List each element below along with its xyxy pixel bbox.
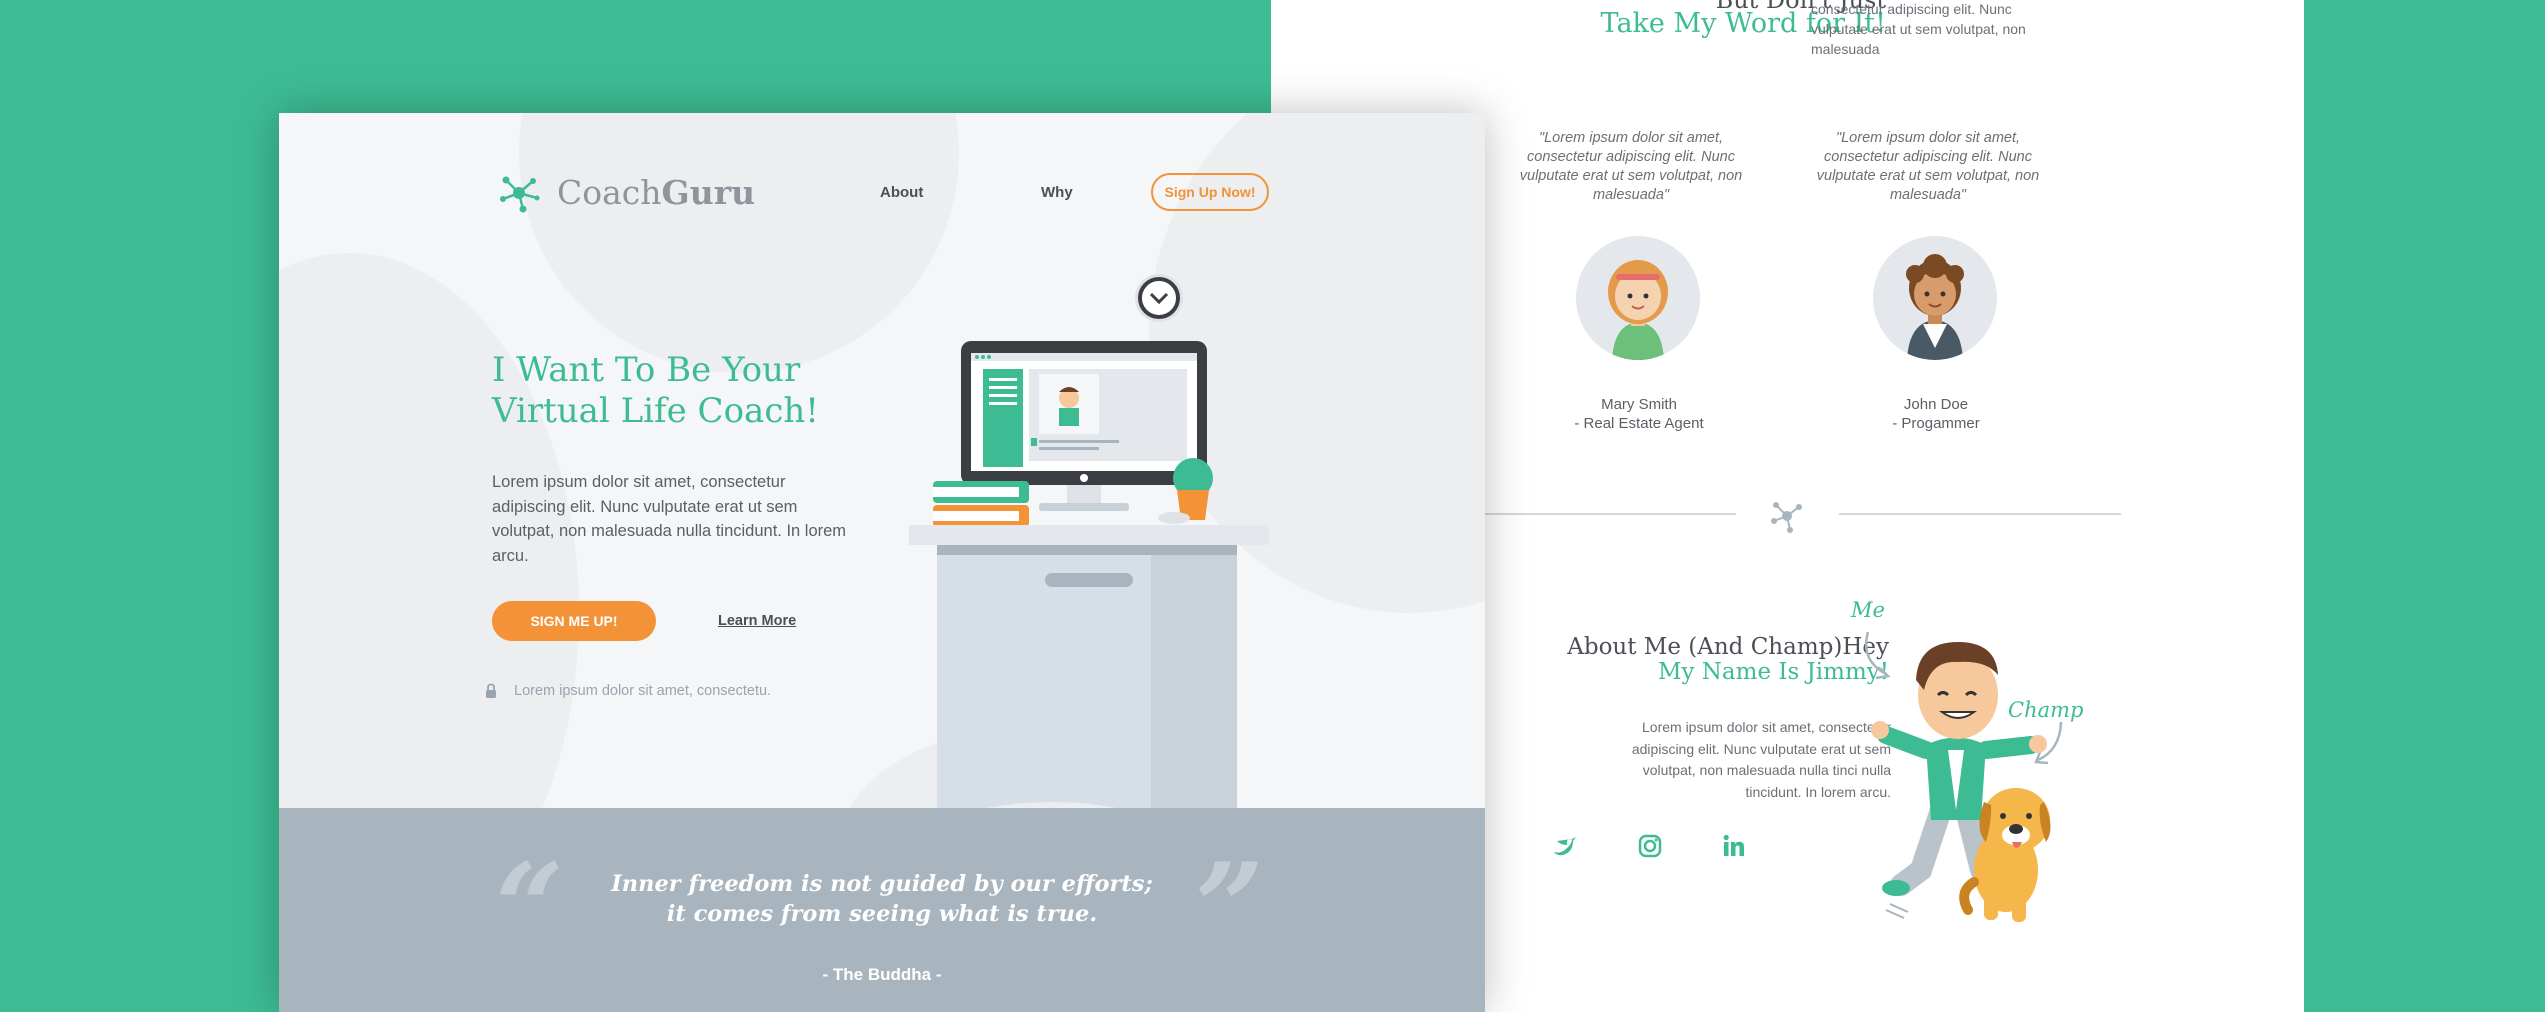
page-preview-main: CoachGuru About Why Sign Up Now! I Want … bbox=[279, 113, 1485, 1012]
jimmy-champ-illustration bbox=[1864, 631, 2063, 922]
quote-line-2: it comes from seeing what is true. bbox=[666, 901, 1098, 927]
label-me: Me bbox=[1851, 598, 1885, 622]
testimonial-quote: "Lorem ipsum dolor sit amet, consectetur… bbox=[1816, 130, 2040, 203]
boy-avatar-icon bbox=[1906, 254, 1964, 360]
hero-title-line-2: Virtual Life Coach! bbox=[492, 391, 819, 431]
linkedin-icon[interactable] bbox=[1720, 832, 1748, 860]
hero-description: Lorem ipsum dolor sit amet, consectetur … bbox=[492, 473, 847, 565]
testimonial-name: John Doe bbox=[1903, 396, 1969, 413]
about-heading: About Me (And Champ)Hey bbox=[1567, 634, 1889, 660]
quote-author: - The Buddha - bbox=[822, 965, 942, 984]
brand-logo-light: Coach bbox=[557, 173, 662, 212]
avatar-john bbox=[1873, 236, 1997, 360]
testimonial-role: - Progammer bbox=[1892, 415, 1980, 432]
coachguru-logo-icon[interactable] bbox=[497, 171, 541, 215]
instagram-icon[interactable] bbox=[1636, 832, 1664, 860]
learn-more-link[interactable]: Learn More bbox=[718, 613, 796, 629]
brand-logo-text[interactable]: CoachGuru bbox=[557, 173, 755, 212]
testimonial-quote: "Lorem ipsum dolor sit amet, consectetur… bbox=[1519, 130, 1743, 203]
testimonial-name: Mary Smith bbox=[1601, 396, 1677, 413]
brand-logo-bold: Guru bbox=[661, 173, 756, 212]
quote-band: “ ” Inner freedom is not guided by our e… bbox=[279, 808, 1485, 1012]
section-divider-right bbox=[1839, 513, 2121, 515]
section-divider-left bbox=[1471, 513, 1736, 515]
testimonials-intro: consectetur adipiscing elit. Nunc vulput… bbox=[1811, 1, 2026, 57]
bg-circle bbox=[519, 113, 959, 373]
divider-logo-icon bbox=[1771, 502, 1802, 533]
girl-avatar-icon bbox=[1608, 260, 1668, 360]
nav-why[interactable]: Why bbox=[1041, 184, 1073, 201]
about-text: Lorem ipsum dolor sit amet, consectetur … bbox=[1631, 719, 1891, 800]
quote-line-1: Inner freedom is not guided by our effor… bbox=[611, 871, 1153, 897]
signup-button[interactable]: Sign Up Now! bbox=[1151, 173, 1269, 211]
lock-icon bbox=[486, 683, 496, 698]
twitter-icon[interactable] bbox=[1551, 832, 1579, 860]
testimonial-role: - Real Estate Agent bbox=[1574, 415, 1704, 432]
about-heading-green: My Name Is Jimmy! bbox=[1657, 659, 1889, 685]
hero-title-line-1: I Want To Be Your bbox=[492, 350, 801, 390]
secure-note: Lorem ipsum dolor sit amet, consectetu. bbox=[514, 683, 772, 699]
desk-computer-illustration bbox=[909, 274, 1269, 822]
nav-about[interactable]: About bbox=[880, 184, 923, 201]
sign-me-up-button[interactable]: SIGN ME UP! bbox=[492, 601, 656, 641]
avatar-mary bbox=[1576, 236, 1700, 360]
